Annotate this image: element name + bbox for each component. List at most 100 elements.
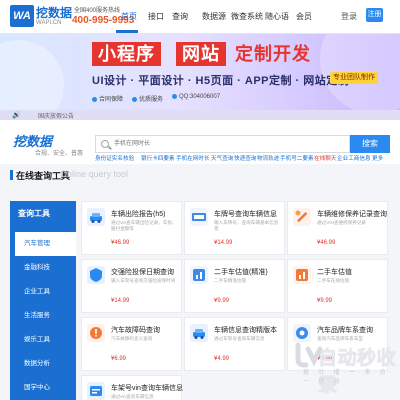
card-desc: 二手车在线估值 <box>317 278 350 283</box>
hot-tag[interactable]: 快递查询 <box>234 154 256 162</box>
hot-tag[interactable]: 在线聊天 <box>314 154 336 162</box>
nav-datasource[interactable]: 数据源 <box>202 11 226 22</box>
section-header: 在线查询工具 Online query tool <box>0 164 400 184</box>
banner-tag-miniprogram: 小程序 <box>92 42 161 66</box>
brand-icon <box>293 324 311 342</box>
hotline-label: 全国400服务热线 <box>74 8 121 14</box>
search-icon <box>101 140 109 148</box>
banner-badge: 专业团队制作 <box>330 72 378 84</box>
sidebar-item-analysis[interactable]: 数据分析 <box>10 352 76 376</box>
card-price: ¥4.99 <box>214 356 230 362</box>
section-title-en: Online query tool <box>60 169 129 179</box>
card-desc: 通过vin查车辆出险记录，车损、赔付金额等 <box>111 220 177 231</box>
announcement-link[interactable]: 国庆放假公告 <box>38 111 74 120</box>
hot-tag[interactable]: 天气查询 <box>211 154 233 162</box>
nav-weicha[interactable]: 微查系统 <box>231 11 263 22</box>
announcement-bar: 🔊 国庆放假公告 <box>0 110 400 120</box>
sidebar-item-enterprise[interactable]: 企业工具 <box>10 280 76 304</box>
car-icon <box>190 324 208 342</box>
search-input[interactable] <box>114 136 344 152</box>
banner-feature: 合同保障 <box>92 94 123 103</box>
card-title: 汽车品牌车系查询 <box>317 327 373 334</box>
watermark-subtext: 被 · 吐 · 播 · 一 · 来 · 访 · 一 · 秒 · 收 <box>303 370 393 385</box>
fault-code-icon <box>87 324 105 342</box>
site-name[interactable]: 挖数据 <box>36 4 72 21</box>
card-title: 汽车故障码查询 <box>111 327 160 334</box>
card-title: 二手车估值 <box>317 269 352 276</box>
sidebar-heading: 查询工具 <box>10 201 76 227</box>
top-nav: WA 挖数据 WAPI.CN 全国400服务热线 400-995-9993 首页… <box>0 0 400 34</box>
banner-feature: QQ:304006007 <box>172 94 220 100</box>
hot-tag[interactable]: 银行卡四要素 <box>141 154 175 162</box>
card-title: 车辆出险报告(h5) <box>111 211 166 218</box>
valuation-icon <box>293 266 311 284</box>
hot-tag[interactable]: 身份证实名核验 <box>95 154 134 162</box>
card-price: ¥9.99 <box>317 298 333 304</box>
insurance-icon <box>87 266 105 284</box>
banner-subtitle: UI设计 · 平面设计 · H5页面 · APP定制 · 网站定制 <box>92 75 350 87</box>
promo-banner[interactable]: 小程序 网站 定制开发 UI设计 · 平面设计 · H5页面 · APP定制 ·… <box>0 34 400 110</box>
banner-feature-label: 优质服务 <box>139 97 164 103</box>
nav-suixinyu[interactable]: 随心语 <box>265 11 289 22</box>
speaker-icon: 🔊 <box>12 112 21 119</box>
check-icon <box>92 96 97 102</box>
card-desc: 汽车故障码含义查询 <box>111 336 153 341</box>
banner-decoration <box>0 40 64 110</box>
card-title: 车辆维修保养记录查询 <box>317 211 387 218</box>
tool-card[interactable]: 车辆信息查询精版本 通过车架号查询车辆信息 ¥4.99 <box>184 317 285 371</box>
site-logo-icon[interactable]: WA <box>10 5 34 27</box>
card-title: 车架号vin查询车辆信息 <box>111 385 183 392</box>
card-desc: 通过VIN查维修保养记录 <box>317 220 367 225</box>
tool-card[interactable]: 二手车估值(精准) 二手车精准估值 ¥9.99 <box>184 259 285 313</box>
qq-icon <box>172 94 177 99</box>
sidebar-item-entertainment[interactable]: 娱乐工具 <box>10 328 76 352</box>
sidebar-item-guoxue[interactable]: 国学中心 <box>10 376 76 400</box>
tool-card[interactable]: 车牌号查询车辆信息 输入车牌号，查询车辆基本信息等 ¥14.99 <box>184 201 285 255</box>
nav-active-indicator <box>116 30 138 33</box>
tool-card[interactable]: 车辆维修保养记录查询 通过VIN查维修保养记录 ¥46.99 <box>287 201 388 255</box>
nav-home[interactable]: 首页 <box>121 11 137 22</box>
card-price: ¥14.99 <box>214 240 233 246</box>
sidebar-item-car[interactable]: 汽车管理 <box>15 232 76 256</box>
check-icon <box>132 96 137 102</box>
card-desc: 通过vin查询车辆信息 <box>111 394 154 399</box>
card-title: 车牌号查询车辆信息 <box>214 211 277 218</box>
wrench-icon <box>293 208 311 226</box>
hot-tag[interactable]: 更多 <box>372 154 383 162</box>
register-button[interactable]: 注册 <box>366 8 383 22</box>
nav-member[interactable]: 会员 <box>296 11 312 22</box>
card-desc: 二手车精准估值 <box>214 278 247 283</box>
nav-api[interactable]: 接口 <box>148 11 164 22</box>
section-accent <box>10 170 13 180</box>
card-desc: 输入车牌号，查询车辆基本信息等 <box>214 220 279 231</box>
tool-card[interactable]: 二手车估值 二手车在线估值 ¥9.99 <box>287 259 388 313</box>
login-link[interactable]: 登录 <box>341 11 357 22</box>
tool-card[interactable]: 车辆出险报告(h5) 通过vin查车辆出险记录，车损、赔付金额等 ¥46.99 <box>81 201 182 255</box>
sidebar-item-life[interactable]: 生活服务 <box>10 304 76 328</box>
card-price: ¥6.99 <box>111 356 127 362</box>
vin-icon <box>87 382 105 400</box>
car-icon <box>87 208 105 226</box>
search-button[interactable]: 搜索 <box>350 135 390 153</box>
card-title: 车辆信息查询精版本 <box>214 327 277 334</box>
banner-tag-website: 网站 <box>176 42 226 66</box>
tool-card[interactable]: 交强险投保日期查询 输入车架号查询交强险投保时间 ¥14.99 <box>81 259 182 313</box>
banner-feature-label: QQ:304006007 <box>179 94 221 101</box>
card-price: ¥46.99 <box>317 240 336 246</box>
banner-title: 定制开发 <box>235 44 311 64</box>
chevron-down-icon[interactable]: ▾ <box>186 13 189 19</box>
hot-tag[interactable]: 企业工商信息 <box>337 154 371 162</box>
site-domain: WAPI.CN <box>36 20 62 26</box>
card-price: ¥9.99 <box>214 298 230 304</box>
sidebar-item-finance[interactable]: 金融科技 <box>10 256 76 280</box>
card-title: 交强险投保日期查询 <box>111 269 174 276</box>
card-price: ¥46.99 <box>111 240 130 246</box>
tool-card[interactable]: 车架号vin查询车辆信息 通过vin查询车辆信息 <box>81 375 183 400</box>
tool-card[interactable]: 汽车故障码查询 汽车故障码含义查询 ¥6.99 <box>81 317 182 371</box>
search-box[interactable] <box>95 135 350 153</box>
hot-tag[interactable]: 手机号二要素 <box>280 154 314 162</box>
hot-tag[interactable]: 手机在网时长 <box>176 154 210 162</box>
hot-tag[interactable]: 物流轨迹 <box>257 154 279 162</box>
card-price: ¥14.99 <box>111 298 130 304</box>
card-title: 二手车估值(精准) <box>214 269 268 276</box>
